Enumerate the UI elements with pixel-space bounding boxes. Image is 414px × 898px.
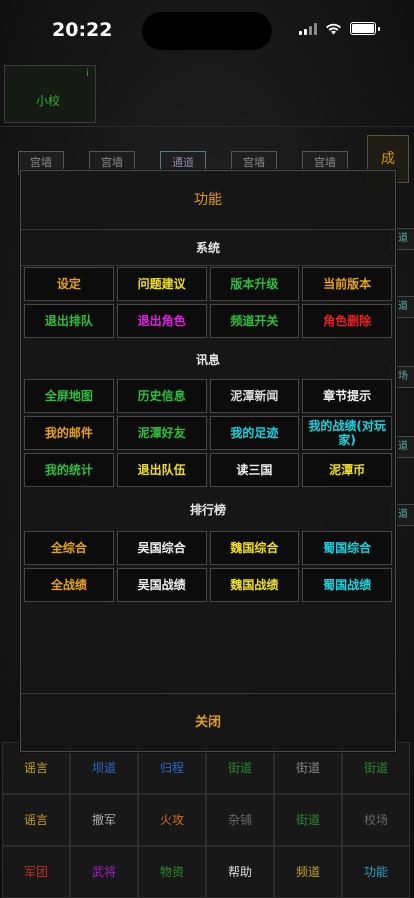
action-cell[interactable]: 火攻 xyxy=(138,794,206,846)
function-button[interactable]: 魏国战绩 xyxy=(209,568,300,602)
section-header-system: 系统 xyxy=(195,241,220,255)
action-label: 杂铺 xyxy=(227,813,252,827)
action-cell[interactable]: 频道 xyxy=(274,846,342,898)
action-label: 归程 xyxy=(159,761,184,775)
function-button[interactable]: 当前版本 xyxy=(302,267,392,301)
close-button[interactable]: 关闭 xyxy=(21,693,395,752)
action-label: 火攻 xyxy=(159,813,184,827)
function-button[interactable]: 我的统计 xyxy=(24,453,114,487)
function-button[interactable]: 魏国综合 xyxy=(209,531,300,565)
status-time: 20:22 xyxy=(52,19,113,41)
action-label: 街道 xyxy=(295,813,320,827)
function-button[interactable]: 全战绩 xyxy=(24,568,114,602)
bottom-action-grid: 谣言 坝道 归程 街道 街道 街道 谣言 撤军 火攻 杂铺 街道 校场 军团 武… xyxy=(0,740,414,898)
player-name: 小校 xyxy=(36,94,61,108)
function-button[interactable]: 问题建议 xyxy=(116,267,207,301)
function-button[interactable]: 泥潭好友 xyxy=(116,416,207,450)
action-label: 武将 xyxy=(91,865,116,879)
divider xyxy=(21,265,395,266)
action-label: 坝道 xyxy=(91,761,116,775)
action-cell[interactable]: 校场 xyxy=(342,794,410,846)
section-header-leaderboard: 排行榜 xyxy=(189,503,226,517)
status-icons xyxy=(299,22,380,35)
function-button[interactable]: 设定 xyxy=(24,267,114,301)
action-label: 街道 xyxy=(363,761,388,775)
action-cell[interactable]: 物资 xyxy=(138,846,206,898)
function-button[interactable]: 退出排队 xyxy=(24,304,114,338)
battery-icon xyxy=(350,22,376,35)
function-button[interactable]: 泥潭新闻 xyxy=(209,379,300,413)
function-button[interactable]: 退出角色 xyxy=(116,304,207,338)
function-button[interactable]: 角色删除 xyxy=(302,304,392,338)
function-button[interactable]: 蜀国战绩 xyxy=(302,568,392,602)
function-button[interactable]: 吴国战绩 xyxy=(116,568,207,602)
function-button[interactable]: 我的邮件 xyxy=(24,416,114,450)
dynamic-island xyxy=(142,12,272,50)
function-button[interactable]: 章节提示 xyxy=(302,379,392,413)
player-info-icon[interactable]: i xyxy=(86,68,89,79)
action-cell[interactable]: 帮助 xyxy=(206,846,274,898)
action-label: 功能 xyxy=(363,865,388,879)
action-label: 谣言 xyxy=(23,813,48,827)
action-label: 街道 xyxy=(227,761,252,775)
function-button[interactable]: 退出队伍 xyxy=(116,453,207,487)
action-label: 军团 xyxy=(23,865,48,879)
action-label: 校场 xyxy=(363,813,388,827)
leaderboard-button-grid: 全综合 吴国综合 魏国综合 蜀国综合全战绩 吴国战绩 魏国战绩 蜀国战绩 xyxy=(24,531,392,602)
action-label: 帮助 xyxy=(227,865,252,879)
action-cell[interactable]: 军团 xyxy=(2,846,70,898)
signal-icon xyxy=(299,22,317,35)
wifi-icon xyxy=(326,23,341,34)
function-button[interactable]: 全屏地图 xyxy=(24,379,114,413)
action-cell[interactable]: 杂铺 xyxy=(206,794,274,846)
action-cell[interactable]: 撤军 xyxy=(70,794,138,846)
action-cell[interactable]: 街道 xyxy=(274,794,342,846)
action-label: 街道 xyxy=(295,761,320,775)
dialog-title: 功能 xyxy=(21,171,395,230)
function-button[interactable]: 版本升级 xyxy=(209,267,300,301)
action-cell[interactable]: 功能 xyxy=(342,846,410,898)
function-button[interactable]: 蜀国综合 xyxy=(302,531,392,565)
function-button[interactable]: 历史信息 xyxy=(116,379,207,413)
function-button[interactable]: 读三国 xyxy=(209,453,300,487)
function-button[interactable]: 吴国综合 xyxy=(116,531,207,565)
divider xyxy=(0,126,414,127)
function-button[interactable]: 我的战绩(对玩家) xyxy=(302,416,392,450)
action-label: 撤军 xyxy=(91,813,116,827)
function-dialog: 功能 系统 设定 问题建议 版本升级 当前版本 退出排队 退出角色 频道开关 角色删除 讯息 … xyxy=(20,170,396,752)
section-header-messages: 讯息 xyxy=(195,353,220,367)
messages-button-grid: 全屏地图 历史信息 泥潭新闻 章节提示我的邮件 泥潭好友 我的足迹 我的战绩(对玩家) 我的统… xyxy=(24,379,392,487)
function-button[interactable]: 泥潭币 xyxy=(302,453,392,487)
system-button-grid: 设定 问题建议 版本升级 当前版本退出排队 退出角色 频道开关 角色删除 xyxy=(24,267,392,338)
battery-tip xyxy=(378,26,380,31)
action-cell[interactable]: 武将 xyxy=(70,846,138,898)
function-button[interactable]: 全综合 xyxy=(24,531,114,565)
function-button[interactable]: 频道开关 xyxy=(209,304,300,338)
action-cell[interactable]: 谣言 xyxy=(2,794,70,846)
status-bar: 20:22 xyxy=(0,0,414,60)
action-label: 频道 xyxy=(295,865,320,879)
action-label: 物资 xyxy=(159,865,184,879)
function-button[interactable]: 我的足迹 xyxy=(209,416,300,450)
action-label: 谣言 xyxy=(23,761,48,775)
